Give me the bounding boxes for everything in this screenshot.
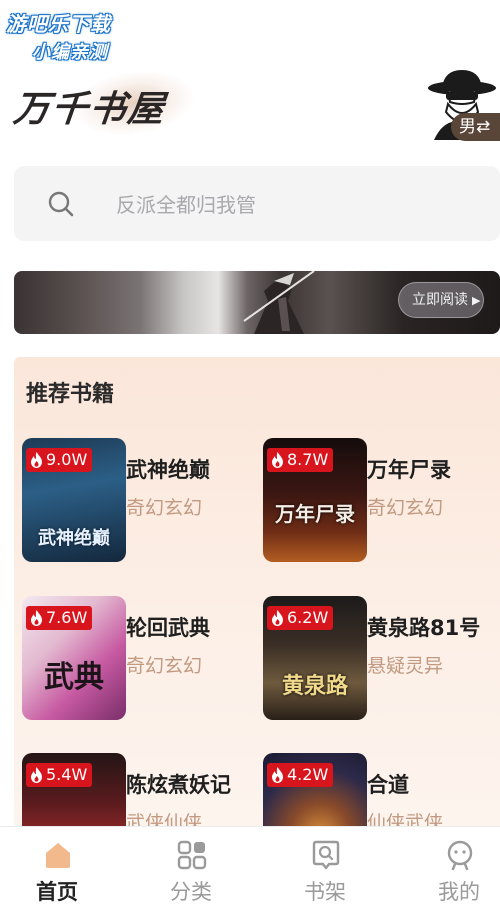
book-genre: 奇幻玄幻 [126,497,203,519]
recommended-section: 推荐书籍 武神绝巅 9.0W 武神绝巅 奇幻玄幻 万年尸录 8.7W 万年尸录 … [14,357,500,827]
logo-text: 万千书屋 [11,88,168,130]
book-title[interactable]: 武神绝巅 [126,454,210,484]
gender-switch-button[interactable]: 男⇄ [451,113,500,141]
category-grid-icon [177,840,207,870]
watermark-line-1: 游吧乐下载 [6,12,111,36]
heat-badge: 7.6W [26,606,93,630]
cover-title: 武典 [44,660,104,695]
heat-value: 5.4W [46,765,88,784]
watermark: 游吧乐下载 小编亲测 [6,8,146,64]
book-genre: 仙侠武侠 [367,812,444,827]
read-now-button[interactable]: 立即阅读 ▶ [398,282,484,318]
cover-title: 武神绝巅 [38,528,110,549]
book-cover[interactable]: 万年尸录 8.7W [263,438,367,562]
read-now-label: 立即阅读 [412,292,468,308]
search-icon [48,191,74,217]
play-arrow-icon: ▶ [472,294,481,307]
flame-icon [31,610,42,626]
book-cover[interactable]: 武神绝巅 9.0W [22,438,126,562]
home-icon [46,843,70,868]
flame-icon [31,452,42,468]
book-card[interactable]: 黄泉路 6.2W 黄泉路81号 悬疑灵异 [263,596,500,726]
banner-character-image [243,271,315,334]
book-cover[interactable]: 黄泉路 6.2W [263,596,367,720]
bookshelf-icon [312,840,340,870]
heat-value: 4.2W [287,765,329,784]
book-title[interactable]: 轮回武典 [126,612,210,642]
book-cover[interactable]: 5.4W [22,753,126,827]
section-title: 推荐书籍 [26,382,115,407]
watermark-line-2: 小编亲测 [32,42,108,63]
promo-banner[interactable]: 立即阅读 ▶ [14,271,500,334]
book-title[interactable]: 合道 [367,769,409,799]
heat-badge: 4.2W [267,763,334,787]
tab-profile[interactable]: 我的 [404,827,500,905]
tab-label: 分类 [170,880,212,904]
tab-label: 首页 [36,880,78,904]
tab-label: 书架 [304,880,346,904]
cover-title: 万年尸录 [275,502,355,526]
flame-icon [272,452,283,468]
heat-badge: 5.4W [26,763,93,787]
book-card[interactable]: 5.4W 陈炫煮妖记 武侠仙侠 [22,753,262,827]
book-genre: 武侠仙侠 [126,812,203,827]
app-logo: 万千书屋 [11,63,224,143]
tab-category[interactable]: 分类 [136,827,246,905]
profile-icon [447,840,473,871]
book-genre: 悬疑灵异 [367,655,444,677]
tab-label: 我的 [438,880,480,904]
book-title[interactable]: 黄泉路81号 [367,612,480,642]
tab-bookshelf[interactable]: 书架 [270,827,380,905]
bottom-tab-bar: 首页 分类 书架 我的 [0,826,500,905]
book-card[interactable]: 4.2W 合道 仙侠武侠 [263,753,500,827]
heat-value: 7.6W [46,608,88,627]
search-placeholder: 反派全都归我管 [116,193,256,217]
heat-badge: 8.7W [267,448,334,472]
book-card[interactable]: 武神绝巅 9.0W 武神绝巅 奇幻玄幻 [22,438,262,568]
heat-value: 9.0W [46,450,88,469]
book-genre: 奇幻玄幻 [367,497,444,519]
flame-icon [272,767,283,783]
book-genre: 奇幻玄幻 [126,655,203,677]
book-cover[interactable]: 武典 7.6W [22,596,126,720]
heat-badge: 9.0W [26,448,93,472]
flame-icon [31,767,42,783]
book-title[interactable]: 陈炫煮妖记 [126,769,231,799]
heat-badge: 6.2W [267,606,334,630]
book-card[interactable]: 万年尸录 8.7W 万年尸录 奇幻玄幻 [263,438,500,568]
book-card[interactable]: 武典 7.6W 轮回武典 奇幻玄幻 [22,596,262,726]
cover-title: 黄泉路 [281,673,348,699]
heat-value: 8.7W [287,450,329,469]
book-title[interactable]: 万年尸录 [367,454,451,484]
book-cover[interactable]: 4.2W [263,753,367,827]
heat-value: 6.2W [287,608,329,627]
flame-icon [272,610,283,626]
search-bar[interactable]: 反派全都归我管 [14,166,500,241]
tab-home[interactable]: 首页 [2,827,112,905]
